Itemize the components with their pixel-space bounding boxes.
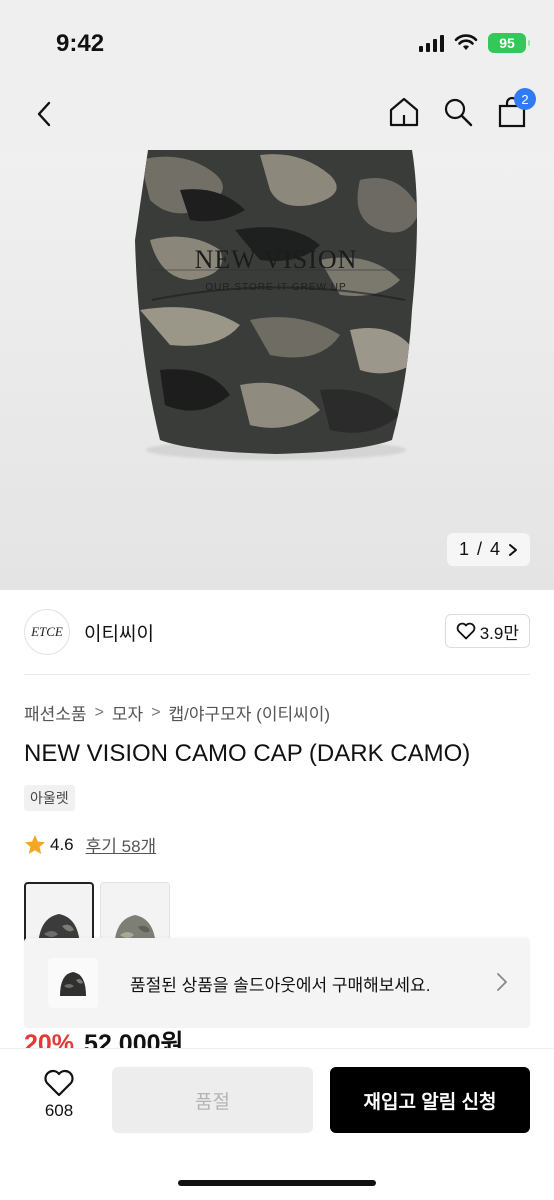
cap-print-text: NEW VISION — [195, 245, 358, 274]
back-button[interactable] — [26, 96, 62, 132]
product-image-gallery[interactable]: NEW VISION OUR STORE IT GREW UP 1 / 4 — [0, 150, 554, 590]
signal-icon — [419, 34, 444, 52]
home-indicator — [178, 1180, 376, 1186]
rating-value: 4.6 — [50, 834, 74, 854]
product-title: NEW VISION CAMO CAP (DARK CAMO) — [24, 740, 471, 767]
home-icon — [389, 97, 419, 127]
breadcrumb-separator: > — [151, 703, 161, 721]
brand-row[interactable]: ETCE 이티씨이 3.9만 — [24, 606, 530, 658]
brand-logo-text: ETCE — [31, 624, 63, 639]
heart-icon — [44, 1069, 74, 1097]
image-counter-current: 1 — [458, 539, 469, 559]
soldout-promo-banner[interactable]: 품절된 상품을 솔드아웃에서 구매해보세요. — [24, 938, 530, 1028]
heart-icon — [456, 622, 476, 640]
breadcrumb-item[interactable]: 패션소품 — [24, 700, 87, 725]
camo-cap-image: NEW VISION OUR STORE IT GREW UP — [135, 150, 417, 460]
status-bar: 9:42 95 — [0, 0, 554, 86]
breadcrumb-item[interactable]: 모자 — [112, 700, 143, 725]
cap-print-subtext: OUR STORE IT GREW UP — [205, 282, 346, 293]
cart-button[interactable]: 2 — [494, 88, 536, 130]
image-counter-total: 4 — [489, 539, 500, 559]
brand-name[interactable]: 이티씨이 — [84, 619, 154, 646]
breadcrumb-item[interactable]: 캡/야구모자 (이티씨이) — [169, 700, 331, 725]
breadcrumb-separator: > — [94, 703, 104, 721]
wishlist-count: 608 — [44, 1101, 74, 1120]
home-button[interactable] — [386, 94, 422, 130]
chevron-right-icon — [497, 973, 507, 991]
brand-like-count: 3.9만 — [479, 623, 519, 643]
rating-row: 4.6 후기 58개 — [24, 832, 156, 857]
brand-like-button[interactable]: 3.9만 — [444, 614, 530, 648]
cap-thumbnail-icon — [60, 972, 86, 996]
status-time: 9:42 — [56, 30, 105, 57]
breadcrumb: 패션소품 > 모자 > 캡/야구모자 (이티씨이) — [24, 700, 330, 725]
outlet-tag: 아울렛 — [24, 785, 75, 811]
cart-count-badge: 2 — [514, 88, 536, 110]
image-counter[interactable]: 1 / 4 — [446, 533, 530, 566]
battery-level: 95 — [499, 35, 515, 51]
divider — [24, 674, 530, 675]
battery-icon: 95 — [488, 33, 530, 53]
review-link[interactable]: 후기 58개 — [86, 832, 157, 857]
bottom-action-bar: 608 품절 재입고 알림 신청 — [0, 1048, 554, 1200]
soldout-button[interactable]: 품절 — [112, 1067, 313, 1133]
image-counter-separator: / — [476, 539, 482, 559]
wishlist-button[interactable]: 608 — [30, 1069, 88, 1121]
brand-logo[interactable]: ETCE — [24, 609, 70, 655]
search-icon — [444, 98, 473, 127]
nav-actions: 2 — [386, 88, 536, 130]
restock-alert-button[interactable]: 재입고 알림 신청 — [330, 1067, 530, 1133]
banner-text: 품절된 상품을 솔드아웃에서 구매해보세요. — [130, 975, 431, 995]
search-button[interactable] — [440, 94, 476, 130]
chevron-left-icon — [37, 101, 51, 127]
wifi-icon — [454, 34, 478, 50]
banner-product-thumbnail — [48, 958, 98, 1008]
nav-bar: 2 — [0, 86, 554, 150]
chevron-right-icon — [509, 543, 517, 556]
status-icons: 95 — [419, 33, 530, 53]
star-icon — [25, 834, 45, 854]
